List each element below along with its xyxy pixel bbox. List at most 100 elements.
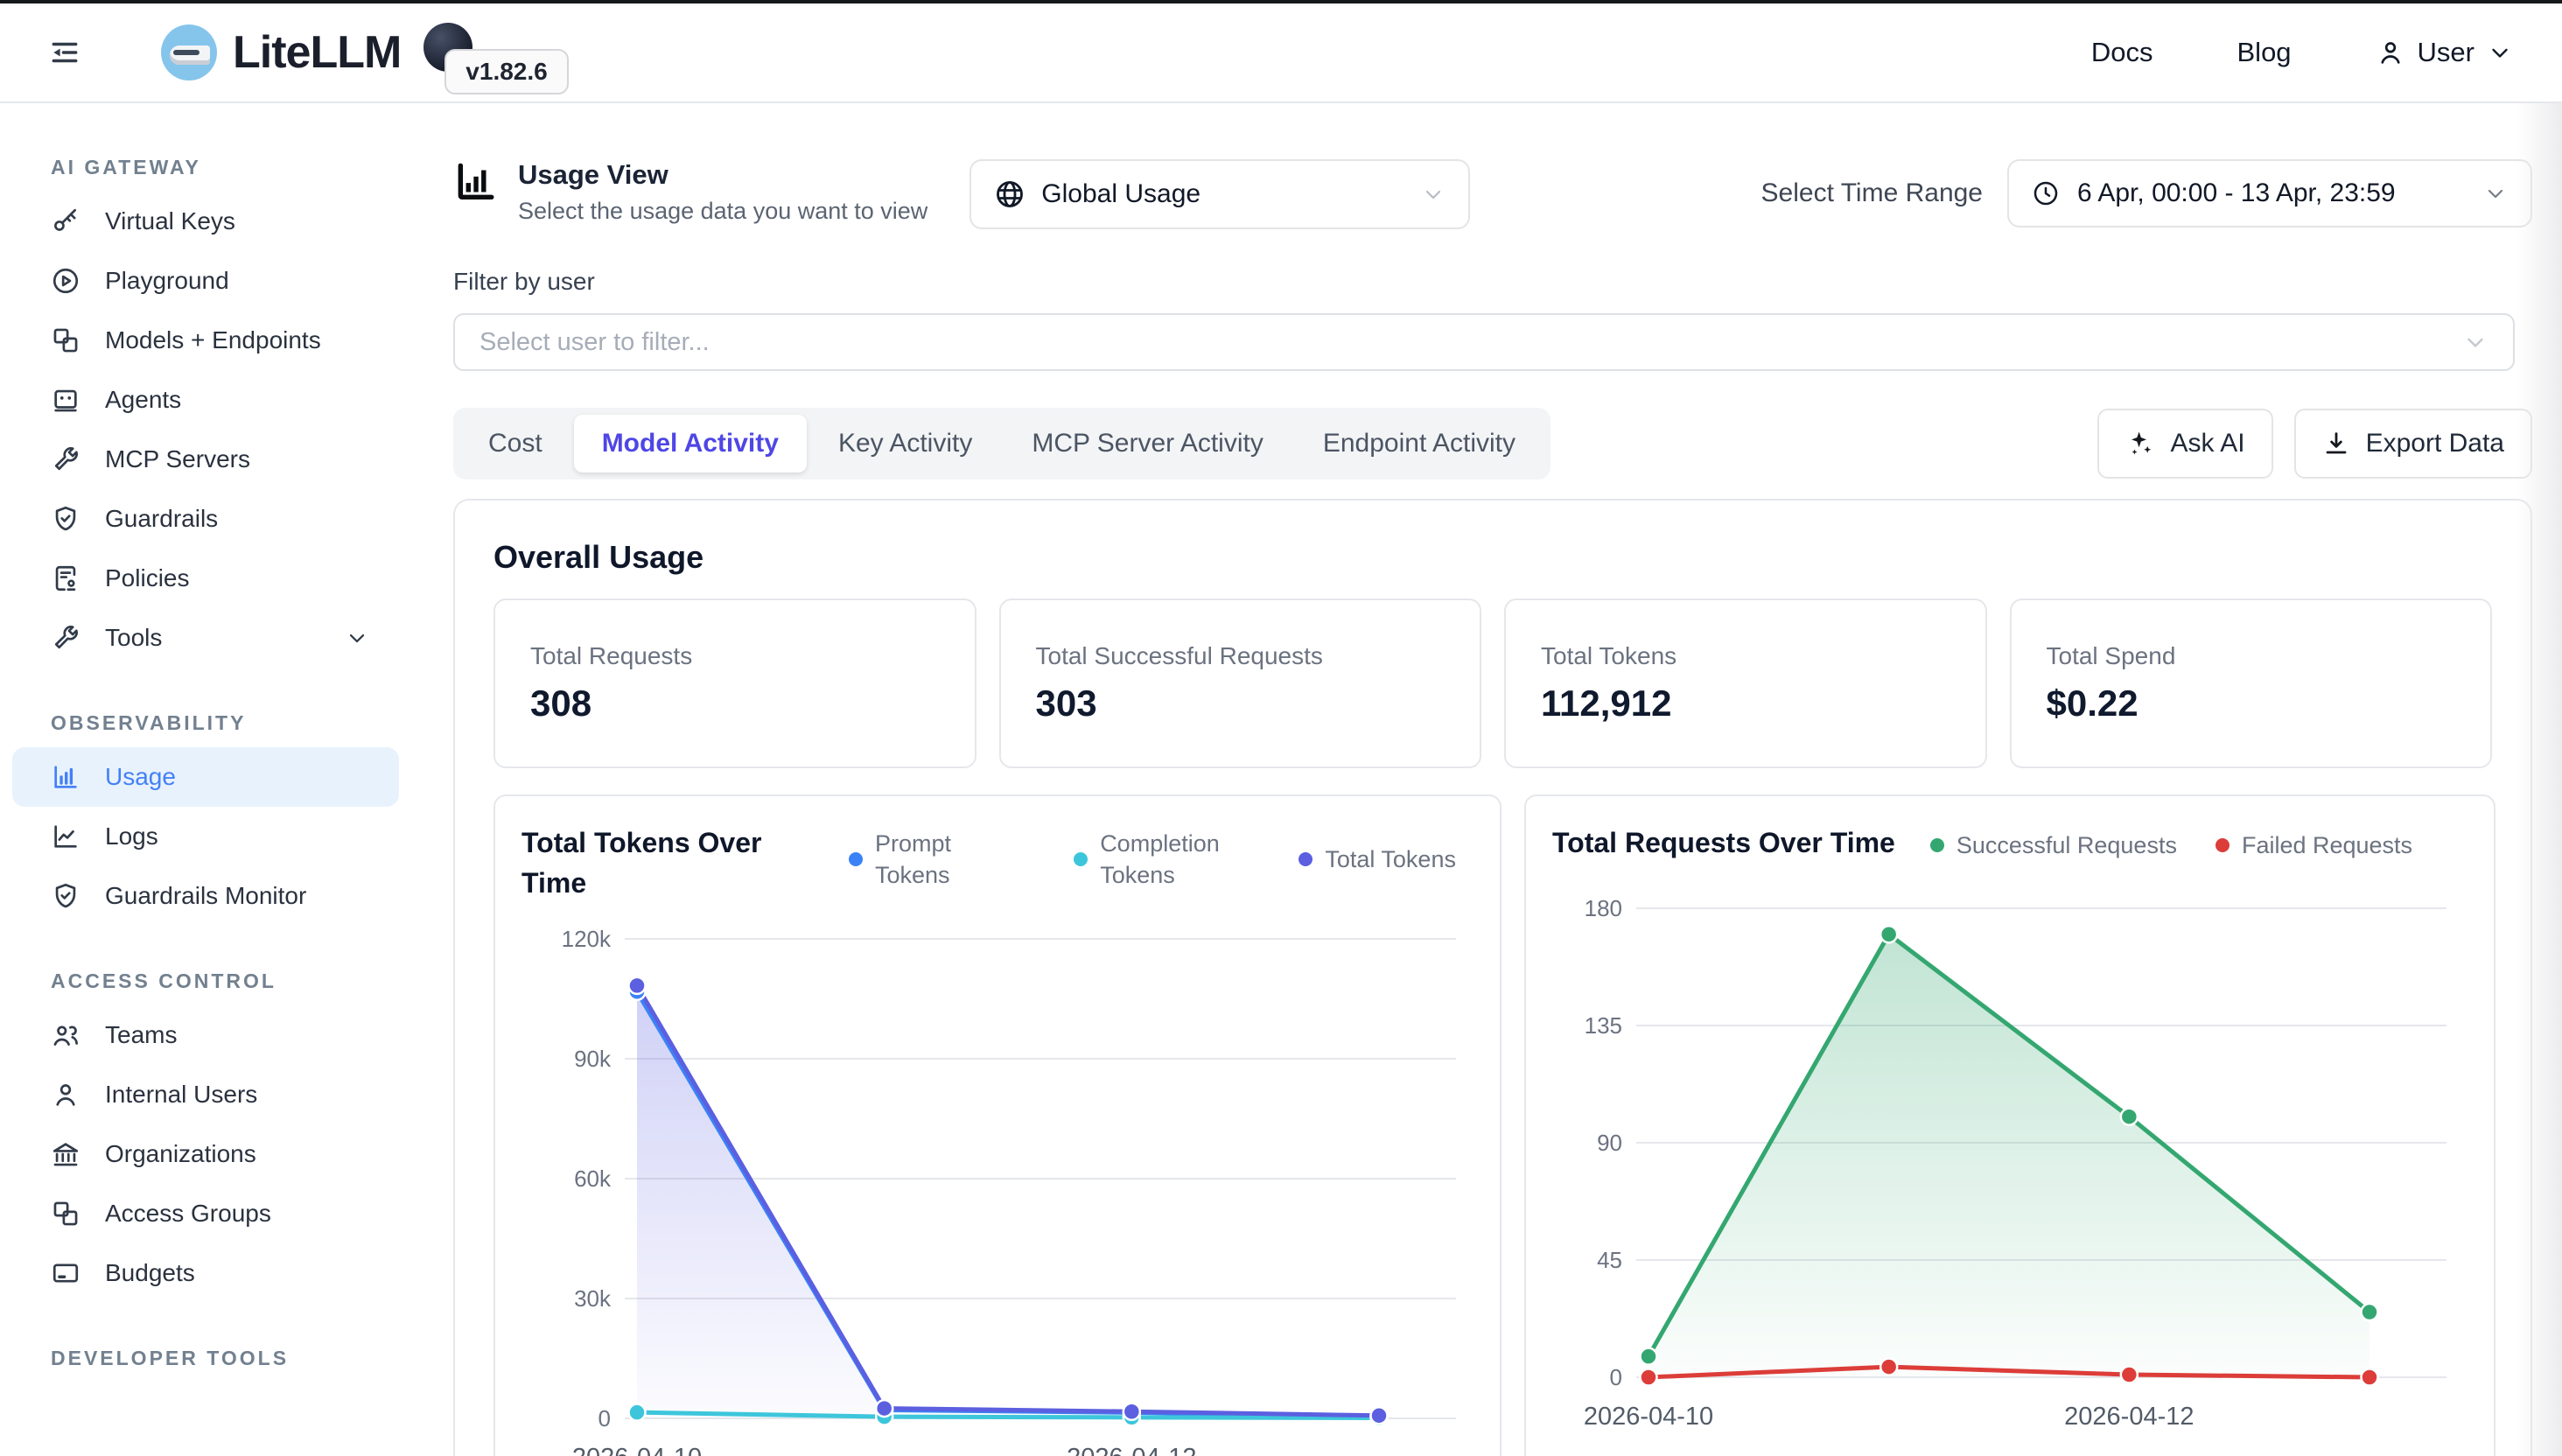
sidebar-item-teams[interactable]: Teams — [12, 1005, 399, 1065]
legend-total-tokens: Total Tokens — [1298, 828, 1456, 892]
sidebar-item-internal-users[interactable]: Internal Users — [12, 1065, 399, 1124]
user-icon — [51, 1080, 80, 1110]
chevron-down-icon — [1421, 182, 1446, 206]
svg-text:45: 45 — [1597, 1247, 1622, 1273]
legend-dot-successful — [1930, 838, 1944, 852]
stat-total-spend: Total Spend $0.22 — [2010, 598, 2493, 768]
sidebar-item-policies[interactable]: Policies — [12, 549, 399, 608]
sidebar-item-usage[interactable]: Usage — [12, 747, 399, 807]
usage-tabs: Cost Model Activity Key Activity MCP Ser… — [453, 408, 1550, 480]
chevron-down-icon — [2483, 181, 2508, 206]
svg-text:60k: 60k — [574, 1166, 612, 1192]
usage-view-icon — [453, 159, 497, 203]
tokens-chart-legend: Prompt Tokens Completion Tokens Total To… — [810, 822, 1474, 892]
credit-card-icon — [51, 1258, 80, 1288]
section-title-ai-gateway: AI GATEWAY — [0, 156, 411, 192]
svg-text:120k: 120k — [562, 926, 612, 952]
play-circle-icon — [51, 266, 80, 296]
legend-failed-requests: Failed Requests — [2216, 830, 2412, 861]
nav-link-docs[interactable]: Docs — [2091, 37, 2153, 68]
user-filter-select[interactable] — [453, 313, 2515, 371]
time-range-value: 6 Apr, 00:00 - 13 Apr, 23:59 — [2077, 178, 2466, 208]
tab-mcp-server-activity[interactable]: MCP Server Activity — [1004, 415, 1292, 472]
main-content: Usage View Select the usage data you wan… — [411, 103, 2562, 1456]
export-data-button[interactable]: Export Data — [2294, 409, 2532, 479]
agent-card-icon — [51, 385, 80, 415]
document-stamp-icon — [51, 564, 80, 593]
legend-successful-requests: Successful Requests — [1930, 830, 2177, 861]
overlapping-squares-icon — [51, 1199, 80, 1228]
svg-text:135: 135 — [1585, 1012, 1622, 1039]
page-title: Usage View — [518, 159, 928, 191]
bank-icon — [51, 1139, 80, 1169]
user-menu[interactable]: User — [2376, 37, 2513, 68]
sidebar-item-guardrails-monitor[interactable]: Guardrails Monitor — [12, 866, 399, 926]
tab-model-activity[interactable]: Model Activity — [574, 415, 807, 472]
legend-completion-tokens: Completion Tokens — [1074, 828, 1233, 892]
requests-over-time-chart: 045901351802026-04-102026-04-12 — [1552, 886, 2468, 1446]
line-chart-icon — [51, 822, 80, 851]
clock-icon — [2032, 179, 2060, 207]
user-label: User — [2418, 37, 2474, 68]
bar-chart-icon — [51, 762, 80, 792]
chevron-down-icon — [345, 626, 369, 650]
filter-by-user-label: Filter by user — [453, 268, 2532, 296]
svg-text:2026-04-10: 2026-04-10 — [572, 1444, 702, 1456]
chevron-down-icon — [2462, 329, 2488, 355]
key-icon — [51, 206, 80, 236]
svg-text:30k: 30k — [574, 1285, 612, 1312]
nav-link-blog[interactable]: Blog — [2237, 37, 2292, 68]
train-logo — [161, 24, 217, 80]
brand-name: LiteLLM — [233, 26, 401, 79]
svg-text:0: 0 — [1610, 1364, 1622, 1390]
sidebar-item-virtual-keys[interactable]: Virtual Keys — [12, 192, 399, 251]
download-icon — [2322, 430, 2350, 458]
overall-usage-panel: Overall Usage Total Requests 308 Total S… — [453, 499, 2532, 1456]
user-filter-input[interactable] — [480, 328, 2462, 357]
requests-chart-legend: Successful Requests Failed Requests — [1895, 822, 2468, 861]
tab-cost[interactable]: Cost — [460, 415, 570, 472]
usage-view-select[interactable]: Global Usage — [970, 159, 1470, 229]
page-subtitle: Select the usage data you want to view — [518, 198, 928, 225]
user-icon — [2376, 38, 2405, 67]
sidebar-item-logs[interactable]: Logs — [12, 807, 399, 866]
section-title-access-control: ACCESS CONTROL — [0, 970, 411, 1005]
legend-prompt-tokens: Prompt Tokens — [849, 828, 1008, 892]
svg-text:0: 0 — [598, 1405, 611, 1432]
sidebar-item-mcp-servers[interactable]: MCP Servers — [12, 430, 399, 489]
sidebar-item-agents[interactable]: Agents — [12, 370, 399, 430]
usage-view-selected: Global Usage — [1041, 179, 1405, 209]
requests-over-time-card: Total Requests Over Time Successful Requ… — [1524, 794, 2496, 1456]
tab-key-activity[interactable]: Key Activity — [810, 415, 1000, 472]
sidebar-item-budgets[interactable]: Budgets — [12, 1243, 399, 1303]
legend-dot-total — [1298, 852, 1312, 866]
requests-chart-title: Total Requests Over Time — [1552, 822, 1895, 863]
stat-total-successful-requests: Total Successful Requests 303 — [999, 598, 1482, 768]
sidebar-item-models-endpoints[interactable]: Models + Endpoints — [12, 311, 399, 370]
svg-text:90k: 90k — [574, 1046, 612, 1072]
top-navbar: LiteLLM v1.82.6 Docs Blog User — [0, 4, 2562, 103]
tokens-over-time-chart: 0 30k 60k 90k 120k 2026-04-10 2026-04-12 — [522, 916, 1477, 1456]
section-title-developer-tools: DEVELOPER TOOLS — [0, 1347, 411, 1382]
wrench-icon — [51, 444, 80, 474]
tab-endpoint-activity[interactable]: Endpoint Activity — [1295, 415, 1544, 472]
tokens-chart-title: Total Tokens Over Time — [522, 822, 810, 904]
time-range-picker[interactable]: 6 Apr, 00:00 - 13 Apr, 23:59 — [2007, 159, 2532, 228]
legend-dot-completion — [1074, 852, 1088, 866]
svg-text:180: 180 — [1585, 895, 1622, 921]
overlapping-squares-icon — [51, 326, 80, 355]
svg-text:2026-04-10: 2026-04-10 — [1584, 1403, 1713, 1431]
sidebar-collapse-icon[interactable] — [46, 33, 84, 72]
globe-icon — [994, 178, 1026, 210]
users-icon — [51, 1020, 80, 1050]
ask-ai-button[interactable]: Ask AI — [2097, 409, 2273, 479]
sidebar-item-tools[interactable]: Tools — [12, 608, 399, 668]
svg-text:2026-04-12: 2026-04-12 — [1067, 1444, 1196, 1456]
sidebar-item-access-groups[interactable]: Access Groups — [12, 1184, 399, 1243]
stat-total-tokens: Total Tokens 112,912 — [1504, 598, 1987, 768]
stat-total-requests: Total Requests 308 — [494, 598, 976, 768]
sidebar-item-guardrails[interactable]: Guardrails — [12, 489, 399, 549]
sidebar-item-organizations[interactable]: Organizations — [12, 1124, 399, 1184]
sidebar-item-playground[interactable]: Playground — [12, 251, 399, 311]
section-title-observability: OBSERVABILITY — [0, 711, 411, 747]
